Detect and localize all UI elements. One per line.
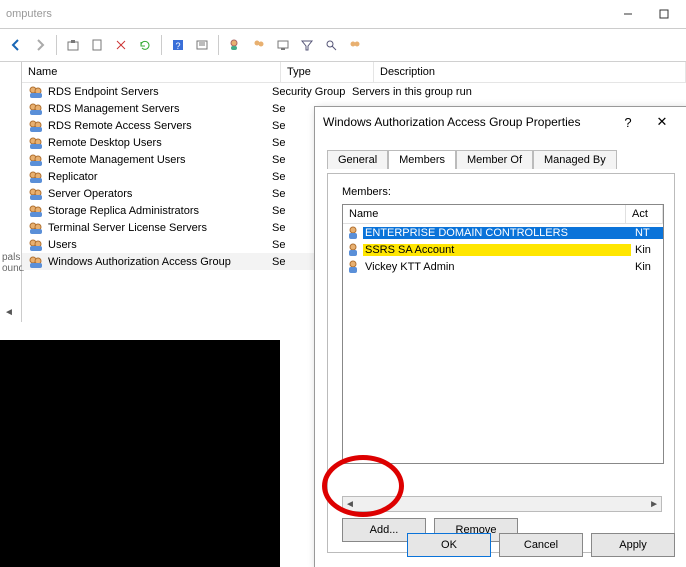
- row-name: Terminal Server License Servers: [48, 222, 272, 234]
- filter-icon[interactable]: [297, 35, 317, 55]
- members-col-act[interactable]: Act: [626, 205, 663, 223]
- members-label: Members:: [342, 186, 391, 198]
- close-button[interactable]: ✕: [645, 111, 679, 133]
- help-icon[interactable]: ?: [168, 35, 188, 55]
- dialog-title: Windows Authorization Access Group Prope…: [323, 115, 611, 129]
- up-icon[interactable]: [63, 35, 83, 55]
- row-name: RDS Management Servers: [48, 103, 272, 115]
- row-name: RDS Endpoint Servers: [48, 86, 272, 98]
- add-user-icon[interactable]: [225, 35, 245, 55]
- paste-icon[interactable]: [87, 35, 107, 55]
- row-name: Remote Management Users: [48, 154, 272, 166]
- apply-button[interactable]: Apply: [591, 533, 675, 557]
- user-icon: [345, 259, 361, 275]
- member-name: Vickey KTT Admin: [363, 261, 631, 273]
- toolbar: ?: [0, 29, 686, 62]
- left-strip-label: palsound: [2, 252, 24, 274]
- group-icon: [28, 203, 44, 219]
- col-description[interactable]: Description: [374, 62, 686, 82]
- left-tree-collapsed[interactable]: palsound ◄: [0, 62, 22, 322]
- forward-icon[interactable]: [30, 35, 50, 55]
- svg-text:?: ?: [175, 41, 180, 51]
- member-row[interactable]: ENTERPRISE DOMAIN CONTROLLERSNT: [343, 224, 663, 241]
- cancel-button[interactable]: Cancel: [499, 533, 583, 557]
- refresh-icon[interactable]: [135, 35, 155, 55]
- column-headers[interactable]: Name Type Description: [22, 62, 686, 83]
- member-act: NT: [631, 227, 663, 239]
- row-name: Windows Authorization Access Group: [48, 256, 272, 268]
- group-icon: [28, 220, 44, 236]
- ok-button[interactable]: OK: [407, 533, 491, 557]
- member-name: SSRS SA Account: [363, 244, 631, 256]
- minimize-button[interactable]: [610, 3, 646, 25]
- row-name: Replicator: [48, 171, 272, 183]
- member-row[interactable]: Vickey KTT AdminKin: [343, 258, 663, 275]
- members-header[interactable]: Name Act: [343, 205, 663, 224]
- group-icon: [28, 169, 44, 185]
- col-type[interactable]: Type: [281, 62, 374, 82]
- members-listview[interactable]: Name Act ENTERPRISE DOMAIN CONTROLLERSNT…: [342, 204, 664, 464]
- horizontal-scrollbar[interactable]: ◄►: [342, 496, 662, 512]
- user-icon: [345, 242, 361, 258]
- left-arrow-icon[interactable]: ◄: [4, 307, 14, 318]
- list-row[interactable]: RDS Endpoint ServersSecurity GroupServer…: [22, 83, 686, 100]
- group-icon: [28, 237, 44, 253]
- help-button[interactable]: ?: [611, 111, 645, 133]
- group-icon: [28, 254, 44, 270]
- group-icon: [28, 101, 44, 117]
- properties-dialog: Windows Authorization Access Group Prope…: [314, 106, 686, 567]
- member-row[interactable]: SSRS SA AccountKin: [343, 241, 663, 258]
- add-group-icon[interactable]: [249, 35, 269, 55]
- col-name[interactable]: Name: [22, 62, 281, 82]
- add-computer-icon[interactable]: [273, 35, 293, 55]
- row-desc: Servers in this group run: [352, 86, 686, 98]
- row-name: Remote Desktop Users: [48, 137, 272, 149]
- window-title: omputers: [4, 8, 52, 20]
- members-col-name[interactable]: Name: [343, 205, 626, 223]
- group-icon[interactable]: [345, 35, 365, 55]
- member-act: Kin: [631, 244, 663, 256]
- row-name: Users: [48, 239, 272, 251]
- maximize-button[interactable]: [646, 3, 682, 25]
- group-icon: [28, 186, 44, 202]
- group-icon: [28, 118, 44, 134]
- titlebar: omputers: [0, 0, 686, 29]
- back-icon[interactable]: [6, 35, 26, 55]
- row-name: RDS Remote Access Servers: [48, 120, 272, 132]
- group-icon: [28, 135, 44, 151]
- properties-icon[interactable]: [192, 35, 212, 55]
- tab-member-of[interactable]: Member Of: [456, 150, 533, 169]
- member-act: Kin: [631, 261, 663, 273]
- delete-icon[interactable]: [111, 35, 131, 55]
- user-icon: [345, 225, 361, 241]
- tab-members[interactable]: Members: [388, 150, 456, 169]
- row-name: Storage Replica Administrators: [48, 205, 272, 217]
- row-name: Server Operators: [48, 188, 272, 200]
- black-panel: [0, 340, 280, 567]
- group-icon: [28, 84, 44, 100]
- group-icon: [28, 152, 44, 168]
- row-type: Security Group: [272, 86, 352, 98]
- tab-strip: GeneralMembersMember OfManaged By: [327, 149, 675, 173]
- find-icon[interactable]: [321, 35, 341, 55]
- tab-content-members: Members: Name Act ENTERPRISE DOMAIN CONT…: [327, 173, 675, 553]
- member-name: ENTERPRISE DOMAIN CONTROLLERS: [363, 227, 631, 239]
- dialog-titlebar[interactable]: Windows Authorization Access Group Prope…: [315, 107, 686, 137]
- tab-general[interactable]: General: [327, 150, 388, 169]
- tab-managed-by[interactable]: Managed By: [533, 150, 617, 169]
